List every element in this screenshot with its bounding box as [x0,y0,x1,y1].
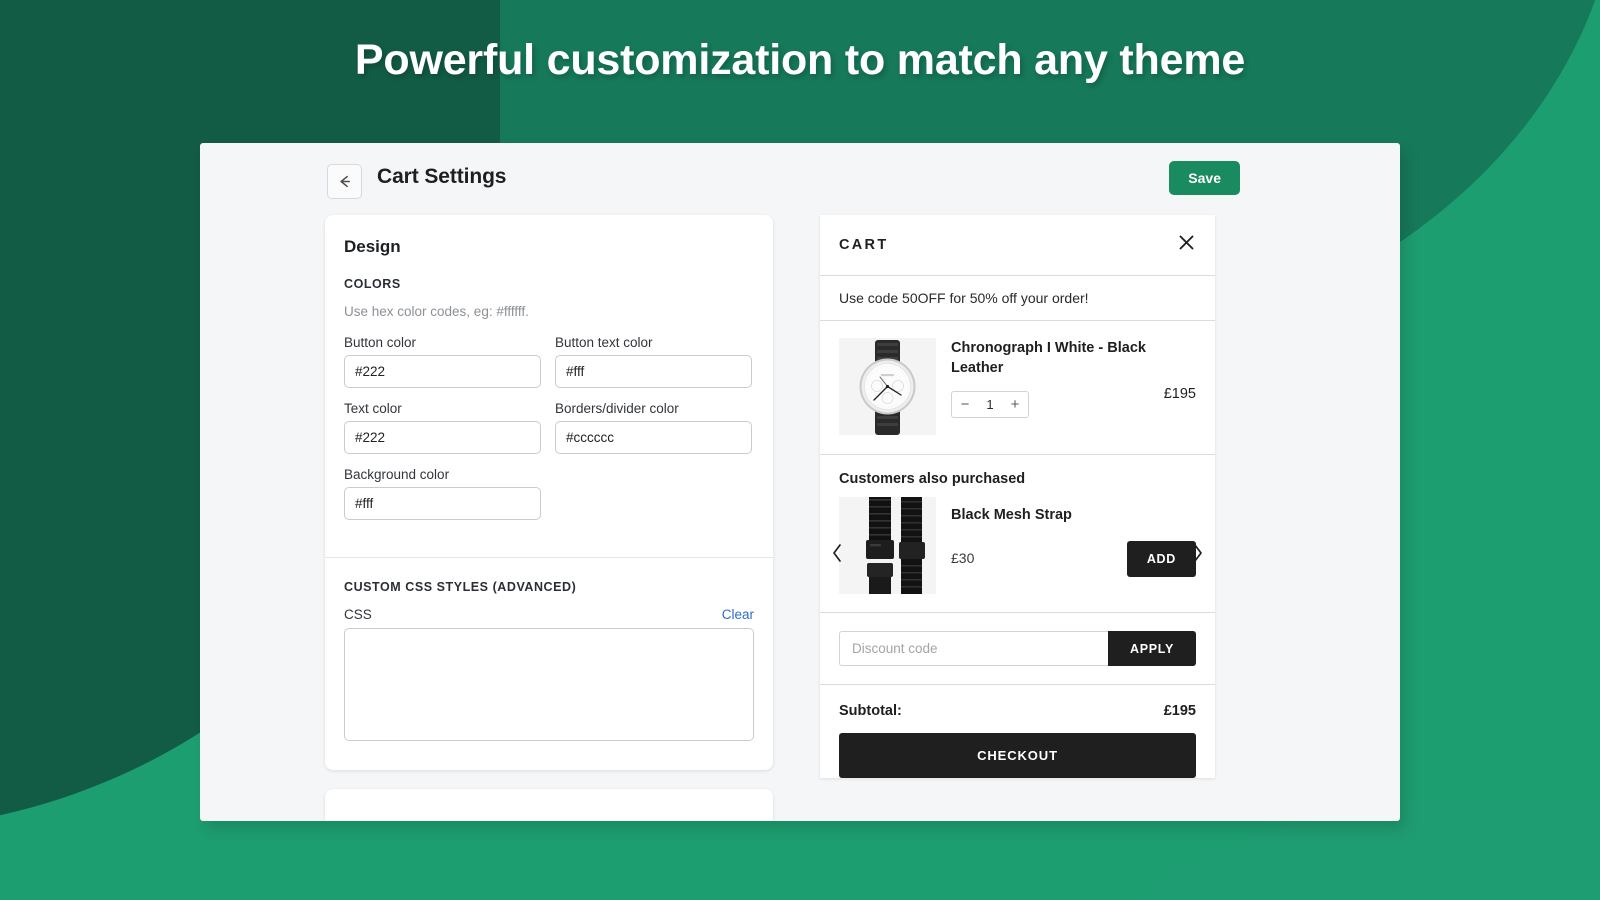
wristwatch-thumbnail [839,338,936,435]
back-button[interactable] [327,164,362,199]
colors-section-label: COLORS [344,277,754,291]
arrow-left-icon [336,173,353,190]
colors-helper-text: Use hex color codes, eg: #ffffff. [344,304,754,319]
chevron-right-icon[interactable] [1192,543,1204,568]
field-label: Borders/divider color [555,401,752,416]
checkout-button[interactable]: CHECKOUT [839,733,1196,778]
borders-divider-color-input[interactable] [555,421,752,454]
quantity-decrease-button[interactable]: − [952,392,978,417]
css-field-header: CSS Clear [344,607,754,622]
cart-totals: Subtotal: £195 CHECKOUT [820,685,1215,778]
next-settings-card-partial [325,789,773,821]
design-settings-card: Design COLORS Use hex color codes, eg: #… [325,215,773,770]
add-to-cart-button[interactable]: ADD [1127,541,1196,577]
cart-header: CART [820,215,1215,276]
cart-line-body: Chronograph I White - Black Leather − 1 … [936,338,1196,435]
app-topbar: Cart Settings Save [200,143,1400,215]
promo-banner: Use code 50OFF for 50% off your order! [820,276,1215,321]
mesh-strap-thumbnail [839,497,936,594]
app-window: Cart Settings Save Design COLORS Use hex… [200,143,1400,821]
cart-title: CART [839,237,888,253]
field-text-color: Text color [344,401,541,454]
clear-css-link[interactable]: Clear [722,607,754,622]
close-icon[interactable] [1177,233,1196,257]
quantity-value: 1 [978,397,1002,412]
cart-item-title: Chronograph I White - Black Leather [951,338,1166,378]
field-label: Button text color [555,335,752,350]
upsell-body: Black Mesh Strap £30 ADD [936,497,1196,594]
page-title: Cart Settings [377,165,506,189]
field-background-color: Background color [344,467,541,520]
field-borders-divider-color: Borders/divider color [555,401,752,454]
discount-code-input[interactable] [839,631,1108,666]
cart-item-qty-row: − 1 + [951,391,1196,418]
button-color-input[interactable] [344,355,541,388]
field-label: Background color [344,467,541,482]
design-card-title: Design [344,237,754,257]
field-label: Text color [344,401,541,416]
upsell-title: Customers also purchased [839,471,1196,487]
cart-preview-panel: CART Use code 50OFF for 50% off your ord… [820,215,1215,778]
chevron-left-icon[interactable] [831,543,843,568]
field-button-color: Button color [344,335,541,388]
subtotal-value: £195 [1164,703,1196,719]
cart-item-price: £195 [1164,386,1196,402]
cart-line-item: Chronograph I White - Black Leather − 1 … [820,321,1215,455]
css-field-label: CSS [344,607,372,622]
hero-headline: Powerful customization to match any them… [0,36,1600,85]
field-button-text-color: Button text color [555,335,752,388]
upsell-section: Customers also purchased [820,455,1215,613]
color-fields-grid: Button color Button text color Text colo… [344,335,754,533]
apply-discount-button[interactable]: APPLY [1108,631,1196,666]
upsell-row: Black Mesh Strap £30 ADD [839,497,1196,594]
custom-css-section-label: CUSTOM CSS STYLES (ADVANCED) [344,580,754,594]
subtotal-label: Subtotal: [839,703,902,719]
text-color-input[interactable] [344,421,541,454]
field-label: Button color [344,335,541,350]
button-text-color-input[interactable] [555,355,752,388]
quantity-stepper[interactable]: − 1 + [951,391,1029,418]
background-color-input[interactable] [344,487,541,520]
discount-row: APPLY [820,613,1215,685]
upsell-item-name: Black Mesh Strap [951,507,1196,523]
custom-css-textarea[interactable] [344,628,754,741]
quantity-increase-button[interactable]: + [1002,392,1028,417]
save-button[interactable]: Save [1169,161,1240,195]
subtotal-row: Subtotal: £195 [839,703,1196,719]
